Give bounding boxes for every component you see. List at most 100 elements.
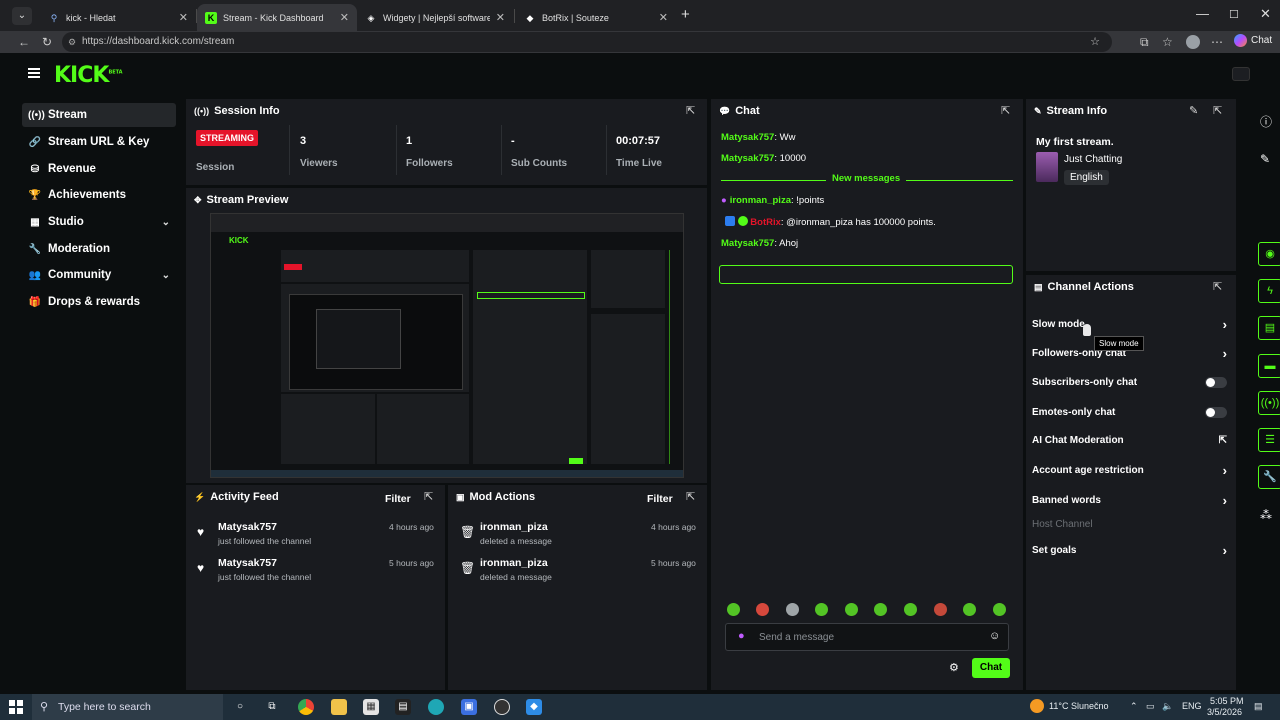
minimize-button[interactable]: — [1196,6,1209,21]
hamburger-menu-icon[interactable] [28,68,40,78]
reload-icon[interactable]: ↻ [42,35,52,49]
maximize-button[interactable]: ☐ [1229,8,1239,21]
ai-chat-moderation-row[interactable]: AI Chat Moderation ⇱ [1032,430,1227,450]
banned-words-row[interactable]: Banned words › [1032,490,1227,510]
pencil-icon[interactable]: ✎ [1260,152,1270,166]
cortana-icon[interactable]: ○ [232,699,248,715]
account-age-restriction-row[interactable]: Account age restriction › [1032,460,1227,480]
close-tab-icon[interactable]: ✕ [179,11,188,24]
broadcast-icon[interactable]: ((•)) [1258,391,1280,415]
stream-preview-video[interactable]: KICK [210,213,684,478]
chevron-right-icon: › [1222,316,1227,332]
close-tab-icon[interactable]: ✕ [340,11,349,24]
camera-icon[interactable]: ◉ [1258,242,1280,266]
sidebar-item-stream[interactable]: ((•)) Stream [22,103,176,127]
tab-widgety[interactable]: ◈ Widgety | Nejlepší software pro v... ✕ [357,4,513,31]
emote-icon[interactable] [786,603,799,616]
app-icon[interactable]: ▤ [395,699,411,715]
notifications-icon[interactable]: ▤ [1254,701,1263,712]
file-explorer-icon[interactable] [331,699,347,715]
address-bar[interactable]: ⚙ https://dashboard.kick.com/stream ☆ [62,32,1112,52]
share-nodes-icon[interactable]: ⁂ [1260,508,1272,522]
back-arrow-icon[interactable]: ← [18,35,30,49]
extensions-icon[interactable]: ⧉ [1140,35,1149,50]
emote-icon[interactable] [904,603,917,616]
chat-bubble-icon[interactable]: ▬ [1258,354,1280,378]
tab-list-button[interactable]: ⌄ [12,7,32,25]
sidebar-item-stream-url-key[interactable]: 🔗 Stream URL & Key [22,130,176,154]
clock-time[interactable]: 5:05 PM [1210,696,1244,706]
close-window-button[interactable]: ✕ [1260,6,1271,22]
sidebar-item-studio[interactable]: ▦ Studio ⌄ [22,210,176,234]
task-view-icon[interactable]: ⧉ [264,699,280,715]
popout-icon[interactable]: ⇱ [1213,280,1222,293]
sidebar-item-moderation[interactable]: 🔧 Moderation [22,237,176,261]
set-goals-row[interactable]: Set goals › [1032,540,1227,560]
document-icon[interactable]: ▤ [1258,316,1280,340]
popout-icon[interactable]: ⇱ [686,104,695,117]
emotes-only-toggle[interactable] [1205,406,1227,418]
preview-session [281,250,469,282]
tab-kick-search[interactable]: ⚲ kick - Hledat ✕ [40,4,196,31]
emote-icon[interactable] [874,603,887,616]
close-tab-icon[interactable]: ✕ [659,11,668,24]
emote-icon[interactable] [756,603,769,616]
settings-gear-icon[interactable]: ⚙ [949,661,959,674]
chevron-down-icon[interactable]: ⌄ [162,217,170,228]
copilot-chat-button[interactable]: Chat [1234,34,1272,47]
popout-icon[interactable]: ⇱ [1213,104,1222,117]
language-indicator[interactable]: ENG [1182,701,1202,711]
category-name[interactable]: Just Chatting [1064,154,1122,165]
edit-pencil-icon[interactable]: ✎ [1189,104,1198,117]
edge-icon[interactable] [428,699,444,715]
chat-input[interactable]: ● Send a message ☺ [725,623,1009,651]
more-menu-icon[interactable]: ⋯ [1211,35,1223,49]
network-icon[interactable]: ▭ [1146,701,1155,712]
app-icon[interactable]: ▣ [461,699,477,715]
tray-chevron-icon[interactable]: ⌃ [1130,701,1138,712]
chevron-down-icon[interactable]: ⌄ [162,270,170,281]
emote-icon[interactable] [815,603,828,616]
lightning-icon[interactable]: ϟ [1258,279,1280,303]
favorites-icon[interactable]: ☆ [1162,35,1173,49]
popout-icon[interactable]: ⇱ [686,490,695,503]
sidebar-item-community[interactable]: 👥 Community ⌄ [22,263,176,287]
popout-icon[interactable]: ⇱ [424,490,433,503]
user-avatar[interactable] [1232,67,1250,81]
tab-botrix[interactable]: ◆ BotRix | Souteze ✕ [516,4,676,31]
clock-date[interactable]: 3/5/2026 [1207,707,1242,717]
weather-text[interactable]: 11°C Slunečno [1049,701,1108,711]
emote-icon[interactable] [934,603,947,616]
filter-button[interactable]: Filter [385,493,411,505]
emote-icon[interactable] [963,603,976,616]
bookmark-star-icon[interactable]: ☆ [1090,32,1100,52]
sidebar-item-achievements[interactable]: 🏆 Achievements [22,183,176,207]
app-icon[interactable]: ◆ [526,699,542,715]
wrench-icon[interactable]: 🔧 [1258,465,1280,489]
filter-button[interactable]: Filter [647,493,673,505]
volume-icon[interactable]: 🔈 [1162,701,1173,712]
profile-avatar[interactable] [1186,35,1200,49]
emote-icon[interactable] [727,603,740,616]
app-icon[interactable]: ▦ [363,699,379,715]
emoji-icon[interactable]: ☺ [989,630,1000,642]
close-tab-icon[interactable]: ✕ [496,11,505,24]
chat-send-button[interactable]: Chat [972,658,1010,678]
new-tab-button[interactable]: + [681,6,690,23]
info-icon[interactable]: ⓘ [1260,113,1272,130]
chrome-icon[interactable] [298,699,314,715]
server-icon[interactable]: ☰ [1258,428,1280,452]
kick-logo[interactable]: KICKBETA [54,63,123,88]
windows-start-icon[interactable] [9,700,23,714]
site-info-icon[interactable]: ⚙ [68,32,76,52]
emote-icon[interactable] [993,603,1006,616]
tab-kick-dashboard[interactable]: K Stream - Kick Dashboard ✕ [197,4,357,31]
slow-mode-row[interactable]: Slow mode › [1032,314,1227,334]
emote-icon[interactable] [845,603,858,616]
sidebar-item-drops-rewards[interactable]: 🎁 Drops & rewards [22,290,176,314]
sidebar-item-revenue[interactable]: ⛁ Revenue [22,157,176,181]
popout-icon[interactable]: ⇱ [1001,104,1010,117]
obs-icon[interactable] [494,699,510,715]
subscribers-only-toggle[interactable] [1205,376,1227,388]
taskbar-search[interactable]: ⚲ Type here to search [32,694,223,720]
